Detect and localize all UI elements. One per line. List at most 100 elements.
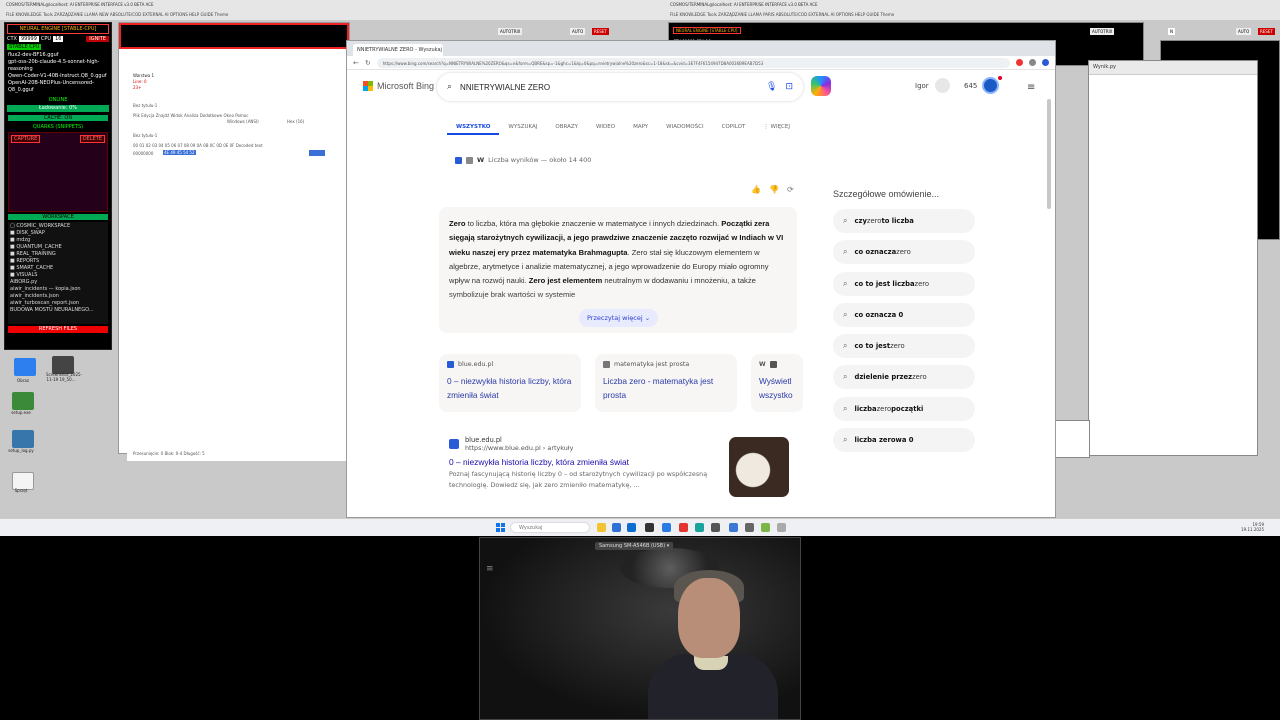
file-tab[interactable]: Bez tytułu-1 xyxy=(133,133,157,138)
workspace-tree[interactable]: ▢ COSMIC_WORKSPACE ■ DISK_SWAP ■ mdzg ■ … xyxy=(8,222,108,324)
thumbs-down-icon[interactable]: 👎 xyxy=(769,185,779,194)
camera-source-select[interactable]: Samsung SM-A546B (USB) ▾ xyxy=(595,542,674,550)
edge-icon[interactable] xyxy=(627,523,636,532)
auto-label-b[interactable]: AUTO xyxy=(1236,28,1252,35)
tree-item[interactable]: ▢ COSMIC_WORKSPACE xyxy=(10,223,106,230)
app-icon[interactable] xyxy=(695,523,704,532)
image-file-icon[interactable] xyxy=(14,358,36,376)
auto-label-a[interactable]: AUTO xyxy=(570,28,586,35)
profile-icon[interactable] xyxy=(1042,59,1049,66)
app-icon[interactable] xyxy=(761,523,770,532)
related-item[interactable]: ⌕ czy zero to liczba xyxy=(833,209,975,233)
related-item[interactable]: ⌕ co to jest zero xyxy=(833,334,975,359)
thumbs-up-icon[interactable]: 👍 xyxy=(751,185,761,194)
scrollbar[interactable] xyxy=(1047,99,1051,209)
scope-copilot[interactable]: COPILOT xyxy=(713,123,755,135)
rewards-points[interactable]: 645 xyxy=(964,82,977,90)
tree-item[interactable]: ■ VISUALS xyxy=(10,272,106,279)
tree-item[interactable]: aiwir_incidents.json xyxy=(10,293,106,300)
related-item[interactable]: ⌕ liczba zerowa 0 xyxy=(833,428,975,453)
app-icon[interactable] xyxy=(679,523,688,532)
scope-news[interactable]: WIADOMOŚCI xyxy=(657,123,712,135)
app-icon[interactable] xyxy=(662,523,671,532)
microphone-icon[interactable]: 🎙 xyxy=(766,82,777,92)
menu-icon[interactable]: ≡ xyxy=(1027,82,1035,93)
browser-tab[interactable]: NNIETRYWIALNE ZERO - Wyszukaj xyxy=(353,44,443,56)
capture-button[interactable]: CAPTURE xyxy=(11,135,41,143)
related-item[interactable]: ⌕ liczba zero początki xyxy=(833,396,975,421)
extension-icon[interactable] xyxy=(1016,59,1023,66)
system-clock[interactable]: 19:59 19.11.2025 xyxy=(1241,522,1264,532)
tree-item[interactable]: ■ QUANTUM_CACHE xyxy=(10,244,106,251)
related-item[interactable]: ⌕ dzielenie przez zero xyxy=(833,365,975,390)
user-name[interactable]: Igor xyxy=(915,82,929,90)
start-icon[interactable] xyxy=(496,523,505,532)
left-window-menu[interactable]: FILE KNOWLEDGE Tools ZARZĄDZANIE LLAMA N… xyxy=(6,12,228,17)
visual-search-icon[interactable]: ⊡ xyxy=(785,82,793,92)
app-icon[interactable] xyxy=(777,523,786,532)
model-item[interactable]: Qwen-Coder-V1-40B-Instruct.Q8_0.gguf xyxy=(8,73,108,80)
search-box[interactable]: ⌕ NNIETRYWIALNE ZERO 🎙 ⊡ xyxy=(437,73,803,101)
read-more-button[interactable]: Przeczytaj więcej ⌄ xyxy=(579,309,659,327)
store-icon[interactable] xyxy=(612,523,621,532)
refresh-files-button[interactable]: REFRESH FILES xyxy=(8,326,108,333)
source-card-more[interactable]: W Wyświetl wszystko xyxy=(751,354,803,412)
related-item[interactable]: ⌕ co to jest liczba zero xyxy=(833,271,975,296)
cache-toggle[interactable]: CACHE: ON xyxy=(8,115,108,121)
tree-item[interactable]: AIBORG.py xyxy=(10,279,106,286)
result-url[interactable]: https://www.blue.edu.pl › artykuły xyxy=(465,444,573,452)
tree-item[interactable]: aiwir_incidents — kopia.json xyxy=(10,286,106,293)
n-value[interactable]: N xyxy=(1168,28,1175,35)
encoding-select[interactable]: Windows (ANSI) xyxy=(227,119,259,124)
tree-item[interactable]: ■ SMART_CACHE xyxy=(10,265,106,272)
autotrix-label-a[interactable]: AUTOTRIX xyxy=(498,28,523,35)
cpu-input[interactable]: 16 xyxy=(53,36,64,42)
rewards-icon[interactable] xyxy=(982,77,999,94)
hex-selection[interactable]: 4E 49 45 54 52 xyxy=(163,150,196,155)
model-list[interactable]: flux2-dev-BF16.gguf gpt-oss-20b-claude-4… xyxy=(5,51,111,95)
file-explorer-icon[interactable] xyxy=(597,523,606,532)
tree-item[interactable]: ■ mdzg xyxy=(10,237,106,244)
menu-icon[interactable]: ≡ xyxy=(486,564,494,574)
card-title[interactable]: Liczba zero - matematyka jest prosta xyxy=(603,374,729,402)
taskbar-search[interactable]: Wyszukaj xyxy=(510,522,590,533)
tree-item[interactable]: aiwir_turboscan_report.json xyxy=(10,300,106,307)
model-item[interactable]: gpt-oss-20b-claude-4.5-sonnet-high-reaso… xyxy=(8,59,108,73)
reset-button-b[interactable]: RESET xyxy=(1258,28,1275,35)
app-icon[interactable] xyxy=(729,523,738,532)
app-icon[interactable] xyxy=(711,523,720,532)
scope-maps[interactable]: MAPY xyxy=(624,123,657,135)
scope-search[interactable]: WYSZUKAJ xyxy=(499,123,546,135)
setup-exe-icon[interactable] xyxy=(12,392,34,410)
tree-item[interactable]: BUDOWA MOSTU NEURALNEGO... xyxy=(10,307,106,314)
reset-button-a[interactable]: RESET xyxy=(592,28,609,35)
ignite-button[interactable]: IGNITE xyxy=(86,36,109,42)
source-card[interactable]: matematyka jest prosta Liczba zero - mat… xyxy=(595,354,737,412)
tree-item[interactable]: ■ REAL_TRAINING xyxy=(10,251,106,258)
python-file-icon[interactable] xyxy=(12,430,34,448)
hex-file-tab[interactable]: Bez tytułu-1 xyxy=(133,103,157,108)
delete-button[interactable]: DELETE xyxy=(79,135,105,143)
source-card[interactable]: blue.edu.pl 0 – niezwykła historia liczb… xyxy=(439,354,581,412)
autotrix-label-b[interactable]: AUTOTRIX xyxy=(1090,28,1115,35)
app-icon[interactable] xyxy=(745,523,754,532)
related-item[interactable]: ⌕ co oznacza zero xyxy=(833,240,975,265)
scope-images[interactable]: OBRAZY xyxy=(546,123,587,135)
card-title[interactable]: 0 – niezwykła historia liczby, która zmi… xyxy=(447,374,573,402)
refresh-icon[interactable]: ↻ xyxy=(365,59,371,67)
scope-video[interactable]: WIDEO xyxy=(587,123,624,135)
share-icon[interactable]: ⟳ xyxy=(787,185,794,194)
result-thumbnail[interactable] xyxy=(729,437,789,497)
copilot-icon[interactable] xyxy=(811,76,831,96)
search-input[interactable]: NNIETRYWIALNE ZERO xyxy=(460,83,758,92)
scope-more[interactable]: ⋮ WIĘCEJ xyxy=(754,123,799,135)
result-title-link[interactable]: 0 – niezwykła historia liczby, która zmi… xyxy=(449,457,731,467)
extension-icon[interactable] xyxy=(1029,59,1036,66)
address-bar[interactable]: https://www.bing.com/search?q=NNIETRYWIA… xyxy=(376,57,1010,68)
model-item[interactable]: OpenAI-20B-NEOPlus-Uncensored-Q8_0.gguf xyxy=(8,80,108,94)
text-selection[interactable] xyxy=(309,150,325,156)
tree-item[interactable]: ■ DISK_SWAP xyxy=(10,230,106,237)
avatar[interactable] xyxy=(935,78,950,93)
right-editor-tab[interactable]: Wynik.py xyxy=(1089,61,1257,75)
model-item[interactable]: flux2-dev-BF16.gguf xyxy=(8,52,108,59)
